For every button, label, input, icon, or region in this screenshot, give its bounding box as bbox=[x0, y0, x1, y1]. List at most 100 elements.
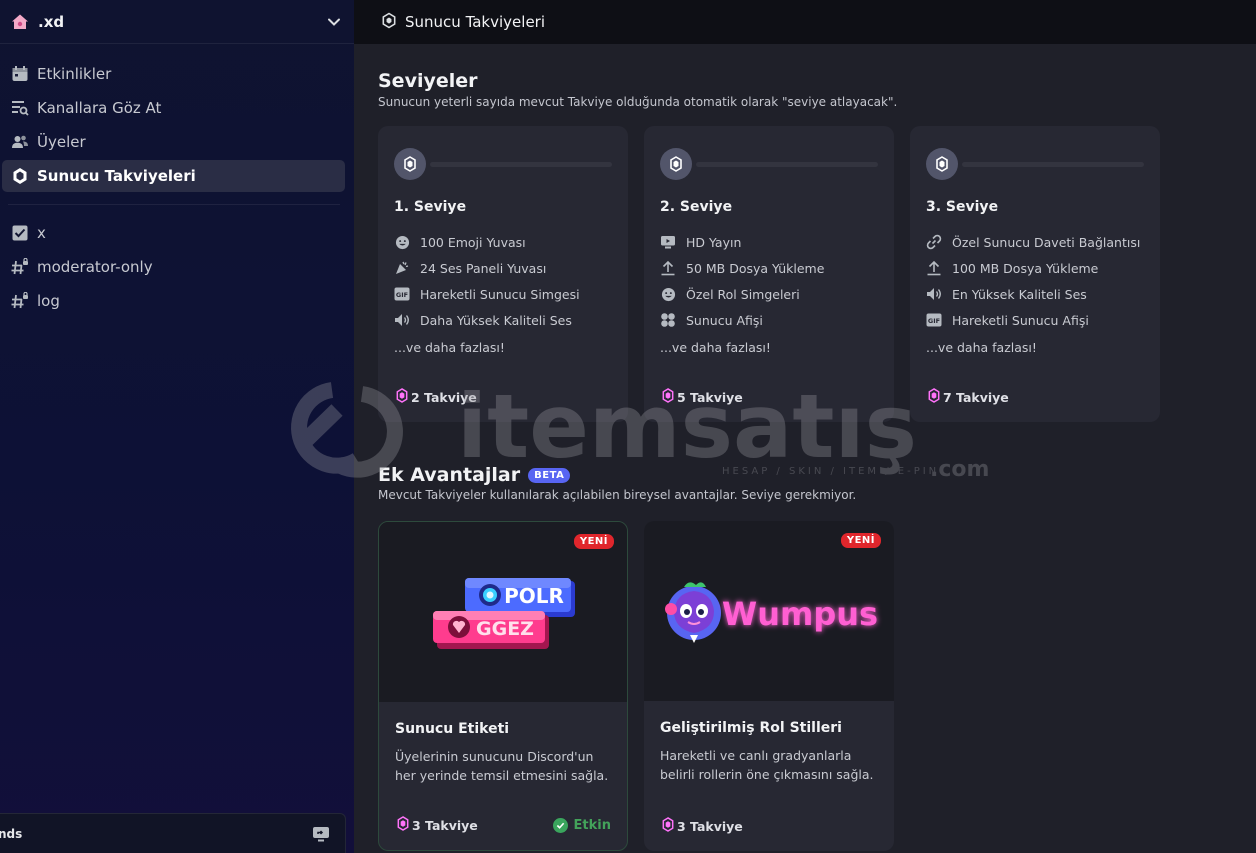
perk-boost-requirement: 3 Takviye bbox=[662, 817, 743, 835]
boost-gem-pink-icon bbox=[662, 817, 674, 835]
sidebar-item-label: Kanallara Göz At bbox=[37, 99, 162, 117]
beta-badge: BETA bbox=[528, 468, 571, 483]
perk-label: Hareketli Sunucu Simgesi bbox=[420, 286, 580, 302]
sidebar-divider bbox=[8, 204, 340, 205]
channel-label: x bbox=[37, 224, 46, 242]
browse-channels-icon bbox=[10, 98, 30, 118]
perk-label: 24 Ses Paneli Yuvası bbox=[420, 260, 547, 276]
channel-x[interactable]: x bbox=[2, 217, 345, 249]
extras-subtitle: Mevcut Takviyeler kullanılarak açılabile… bbox=[378, 488, 857, 502]
tier-progress-track bbox=[696, 161, 878, 167]
perk-label: Özel Sunucu Daveti Bağlantısı bbox=[952, 234, 1141, 250]
banner-icon bbox=[660, 312, 676, 328]
emoji-icon bbox=[394, 234, 410, 250]
tier-more-text: ...ve daha fazlası! bbox=[394, 340, 505, 355]
sidebar-item-label: Üyeler bbox=[37, 133, 86, 151]
tier-card-3: 3. Seviye Özel Sunucu Daveti Bağlantısı … bbox=[910, 126, 1160, 422]
speaker-icon bbox=[394, 312, 410, 328]
calendar-icon bbox=[10, 64, 30, 84]
boost-gem-pink-icon bbox=[662, 388, 674, 406]
boost-count-label: 2 Takviye bbox=[411, 389, 477, 405]
perk-item: Sunucu Afişi bbox=[660, 307, 878, 333]
perk-label: Hareketli Sunucu Afişi bbox=[952, 312, 1089, 328]
perk-label: Daha Yüksek Kaliteli Ses bbox=[420, 312, 572, 328]
server-name: .xd bbox=[38, 12, 65, 31]
channel-moderator-only[interactable]: moderator-only bbox=[2, 251, 345, 283]
perk-description: Hareketli ve canlı gradyanlarla belirli … bbox=[660, 748, 874, 782]
gif-icon: GIF bbox=[394, 286, 410, 302]
perk-title: Sunucu Etiketi bbox=[395, 721, 510, 737]
sidebar-item-browse-channels[interactable]: Kanallara Göz At bbox=[2, 92, 345, 124]
top-bar: Sunucu Takviyeleri bbox=[354, 0, 1256, 44]
boost-gem-icon bbox=[394, 148, 426, 180]
perk-item: GIF Hareketli Sunucu Afişi bbox=[926, 307, 1144, 333]
extras-title-text: Ek Avantajlar bbox=[378, 464, 521, 486]
server-home-icon bbox=[10, 12, 30, 32]
page-title: Sunucu Takviyeleri bbox=[405, 13, 546, 31]
tier-name: 3. Seviye bbox=[926, 199, 999, 215]
perk-item: 50 MB Dosya Yükleme bbox=[660, 255, 878, 281]
perk-boost-requirement: 3 Takviye bbox=[397, 816, 478, 834]
boost-gem-icon bbox=[926, 148, 958, 180]
sidebar-item-server-boosts[interactable]: Sunucu Takviyeleri bbox=[2, 160, 345, 192]
perk-label: 100 Emoji Yuvası bbox=[420, 234, 526, 250]
extras-title: Ek Avantajlar BETA bbox=[378, 464, 571, 486]
levels-subtitle: Sunucun yeterli sayıda mevcut Takviye ol… bbox=[378, 95, 898, 109]
perk-item: HD Yayın bbox=[660, 229, 878, 255]
check-circle-icon bbox=[552, 817, 568, 833]
boost-icon bbox=[382, 12, 396, 33]
perk-item: 24 Ses Paneli Yuvası bbox=[394, 255, 612, 281]
channel-label: log bbox=[37, 292, 60, 310]
sidebar-nav: Etkinlikler Kanallara Göz At Üyeler Sunu… bbox=[0, 44, 354, 317]
sidebar-item-events[interactable]: Etkinlikler bbox=[2, 58, 345, 90]
boost-count-label: 5 Takviye bbox=[677, 389, 743, 405]
sidebar-item-label: Sunucu Takviyeleri bbox=[37, 167, 196, 185]
screen-share-icon[interactable] bbox=[311, 824, 331, 844]
boost-icon bbox=[10, 166, 30, 186]
perk-item: 100 Emoji Yuvası bbox=[394, 229, 612, 255]
tier-progress-track bbox=[962, 161, 1144, 167]
gif-icon: GIF bbox=[926, 312, 942, 328]
perk-label: HD Yayın bbox=[686, 234, 742, 250]
levels-title: Seviyeler bbox=[378, 70, 478, 92]
active-status-label: Etkin bbox=[573, 817, 611, 833]
perk-item: Özel Sunucu Daveti Bağlantısı bbox=[926, 229, 1144, 255]
boost-count-label: 3 Takviye bbox=[412, 817, 478, 833]
tier-card-1: 1. Seviye 100 Emoji Yuvası 24 Ses Paneli… bbox=[378, 126, 628, 422]
perk-label: 100 MB Dosya Yükleme bbox=[952, 260, 1099, 276]
server-tag-sample-2: GGEZ bbox=[476, 618, 534, 640]
tier-name: 2. Seviye bbox=[660, 199, 733, 215]
sidebar-item-members[interactable]: Üyeler bbox=[2, 126, 345, 158]
boost-count-label: 7 Takviye bbox=[943, 389, 1009, 405]
stream-icon bbox=[660, 234, 676, 250]
upload-icon bbox=[660, 260, 676, 276]
user-panel-text: nds bbox=[0, 826, 23, 841]
tier-more-text: ...ve daha fazlası! bbox=[926, 340, 1037, 355]
perk-label: Özel Rol Simgeleri bbox=[686, 286, 800, 302]
perk-item: Daha Yüksek Kaliteli Ses bbox=[394, 307, 612, 333]
boost-gem-pink-icon bbox=[396, 388, 408, 406]
role-styles-illustration: YENİ Wumpus bbox=[644, 521, 894, 701]
tier-progress-track bbox=[430, 161, 612, 167]
perk-item: 100 MB Dosya Yükleme bbox=[926, 255, 1144, 281]
tier-boost-requirement: 7 Takviye bbox=[928, 388, 1009, 406]
wumpus-avatar bbox=[665, 582, 721, 643]
perk-item: Özel Rol Simgeleri bbox=[660, 281, 878, 307]
perk-card-enhanced-role-styles[interactable]: YENİ Wumpus Geliştirilmiş Rol Stilleri H… bbox=[644, 521, 894, 851]
tier-boost-requirement: 5 Takviye bbox=[662, 388, 743, 406]
link-icon bbox=[926, 234, 942, 250]
soundboard-icon bbox=[394, 260, 410, 276]
channel-label: moderator-only bbox=[37, 258, 153, 276]
perk-item: En Yüksek Kaliteli Ses bbox=[926, 281, 1144, 307]
server-header[interactable]: .xd bbox=[0, 0, 354, 44]
emoji-icon bbox=[660, 286, 676, 302]
speaker-icon bbox=[926, 286, 942, 302]
server-tag-illustration: YENİ POLR GGEZ bbox=[379, 522, 627, 702]
chevron-down-icon[interactable] bbox=[326, 14, 342, 30]
channel-log[interactable]: log bbox=[2, 285, 345, 317]
perk-label: En Yüksek Kaliteli Ses bbox=[952, 286, 1087, 302]
perk-card-server-tag[interactable]: YENİ POLR GGEZ Sunucu Etiketi Üyelerinin… bbox=[378, 521, 628, 851]
perk-description: Üyelerinin sunucunu Discord'un her yerin… bbox=[395, 749, 609, 783]
boost-gem-pink-icon bbox=[397, 816, 409, 834]
svg-text:GIF: GIF bbox=[396, 291, 408, 299]
